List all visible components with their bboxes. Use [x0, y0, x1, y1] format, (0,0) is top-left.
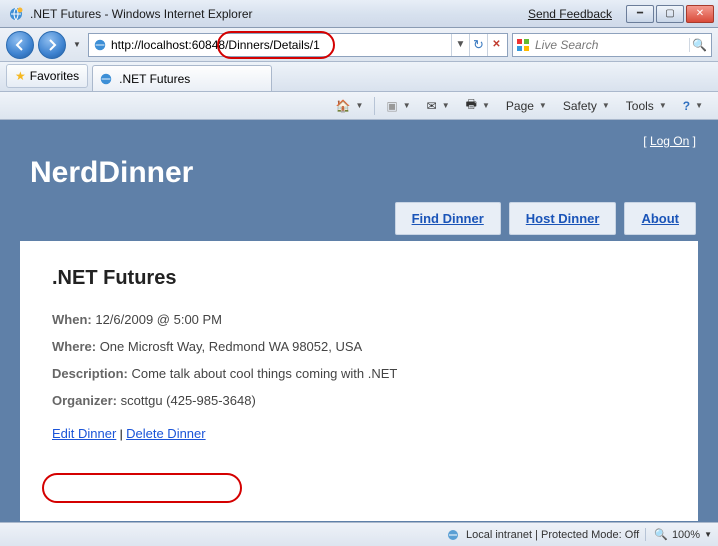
maximize-button[interactable]: ▢: [656, 5, 684, 23]
organizer-value: scottgu (425-985-3648): [121, 393, 256, 408]
window-titlebar: .NET Futures - Windows Internet Explorer…: [0, 0, 718, 28]
tab-row: ★ Favorites .NET Futures: [0, 62, 718, 92]
refresh-button[interactable]: ↻: [469, 34, 487, 56]
star-icon: ★: [15, 69, 26, 83]
command-bar: 🏠▼ ▣▼ ✉▼ 🖶▼ Page▼ Safety▼ Tools▼ ?▼: [0, 92, 718, 120]
tab-page-icon: [99, 72, 113, 86]
live-search-icon: [515, 37, 531, 53]
site-nav: Find Dinner Host Dinner About: [12, 202, 706, 241]
tab-label: .NET Futures: [119, 72, 190, 86]
action-links: Edit Dinner | Delete Dinner: [52, 426, 666, 441]
favorites-label: Favorites: [30, 69, 79, 83]
delete-dinner-link[interactable]: Delete Dinner: [126, 426, 206, 441]
help-button[interactable]: ?▼: [676, 95, 710, 117]
browser-tab[interactable]: .NET Futures: [92, 65, 272, 91]
content-card: .NET Futures When: 12/6/2009 @ 5:00 PM W…: [20, 241, 698, 521]
where-label: Where:: [52, 339, 96, 354]
address-dropdown[interactable]: ▼: [451, 34, 469, 56]
nav-history-dropdown[interactable]: ▼: [70, 40, 84, 49]
action-separator: |: [116, 427, 126, 441]
page-icon: [91, 38, 109, 52]
address-bar[interactable]: http://localhost:60848/Dinners/Details/1…: [88, 33, 508, 57]
favorites-button[interactable]: ★ Favorites: [6, 64, 88, 88]
site-brand: NerdDinner: [12, 148, 706, 202]
edit-dinner-link[interactable]: Edit Dinner: [52, 426, 116, 441]
home-button[interactable]: 🏠▼: [329, 95, 371, 117]
minimize-button[interactable]: ━: [626, 5, 654, 23]
safety-menu-label: Safety: [563, 99, 597, 113]
print-icon: 🖶: [466, 95, 477, 116]
organizer-label: Organizer:: [52, 393, 117, 408]
print-button[interactable]: 🖶▼: [459, 95, 497, 117]
annotation-oval-actions: [42, 473, 242, 503]
nav-about[interactable]: About: [624, 202, 696, 235]
nav-host-dinner[interactable]: Host Dinner: [509, 202, 617, 235]
search-placeholder: Live Search: [535, 38, 685, 52]
stop-button[interactable]: ✕: [487, 34, 505, 56]
description-label: Description:: [52, 366, 128, 381]
login-status: [ Log On ]: [12, 128, 706, 148]
mail-icon: ✉: [427, 99, 437, 113]
when-value: 12/6/2009 @ 5:00 PM: [95, 312, 222, 327]
forward-button[interactable]: [38, 31, 66, 59]
close-button[interactable]: ✕: [686, 5, 714, 23]
search-bar[interactable]: Live Search 🔍: [512, 33, 712, 57]
send-feedback-link[interactable]: Send Feedback: [528, 7, 612, 21]
tools-menu[interactable]: Tools▼: [619, 95, 674, 117]
dinner-title: .NET Futures: [52, 267, 666, 290]
when-label: When:: [52, 312, 92, 327]
ie-icon: [8, 6, 24, 22]
feeds-button[interactable]: ▣▼: [379, 95, 417, 117]
nav-find-dinner[interactable]: Find Dinner: [395, 202, 501, 235]
zoom-control[interactable]: 🔍 100% ▼: [645, 528, 712, 541]
search-go-button[interactable]: 🔍: [689, 38, 709, 52]
safety-menu[interactable]: Safety▼: [556, 95, 617, 117]
zoom-icon: 🔍: [654, 528, 668, 541]
back-button[interactable]: [6, 31, 34, 59]
address-text[interactable]: http://localhost:60848/Dinners/Details/1: [109, 38, 451, 52]
chevron-down-icon: ▼: [704, 530, 712, 539]
logon-link[interactable]: Log On: [650, 134, 689, 148]
rss-icon: ▣: [386, 99, 397, 113]
page-viewport: [ Log On ] NerdDinner Find Dinner Host D…: [0, 120, 718, 522]
navigation-bar: ▼ http://localhost:60848/Dinners/Details…: [0, 28, 718, 62]
home-icon: 🏠: [336, 99, 351, 113]
page-menu[interactable]: Page▼: [499, 95, 554, 117]
help-icon: ?: [683, 99, 690, 113]
window-title: .NET Futures - Windows Internet Explorer: [30, 7, 522, 21]
mail-button[interactable]: ✉▼: [420, 95, 457, 117]
where-value: One Microsft Way, Redmond WA 98052, USA: [100, 339, 363, 354]
zone-icon: [446, 528, 460, 542]
description-value: Come talk about cool things coming with …: [131, 366, 397, 381]
security-zone: Local intranet | Protected Mode: Off: [466, 529, 639, 541]
separator: [374, 97, 375, 115]
tools-menu-label: Tools: [626, 99, 654, 113]
page-menu-label: Page: [506, 99, 534, 113]
status-bar: Local intranet | Protected Mode: Off 🔍 1…: [0, 522, 718, 546]
zoom-value: 100%: [672, 529, 700, 541]
